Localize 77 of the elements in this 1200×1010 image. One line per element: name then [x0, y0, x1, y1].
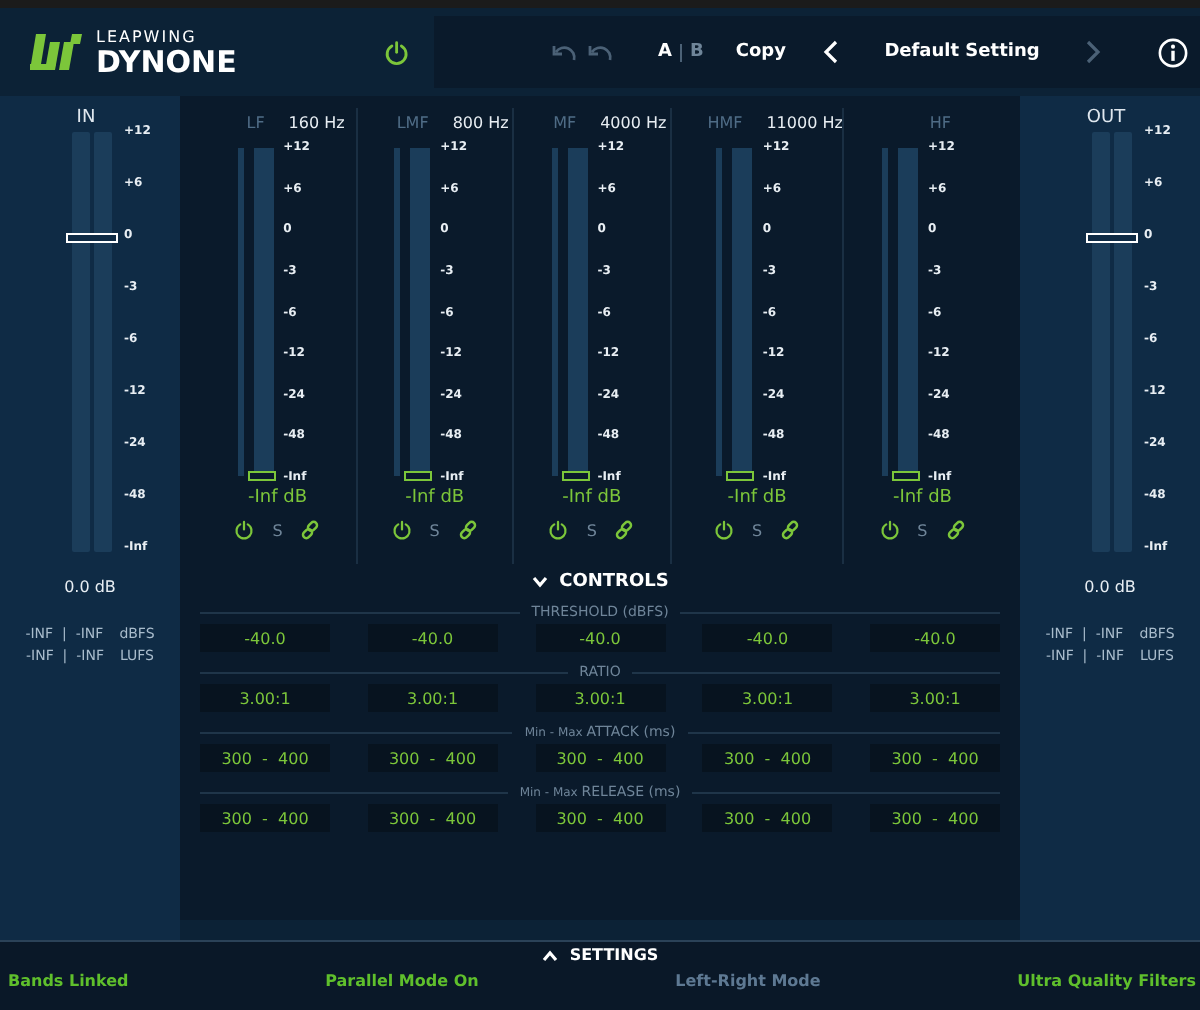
- power-icon[interactable]: [391, 520, 412, 540]
- value-field[interactable]: 3.00:1: [367, 684, 498, 712]
- band-name: LF: [246, 113, 265, 131]
- channel-label: OUT: [1084, 108, 1128, 128]
- power-icon[interactable]: [714, 520, 735, 540]
- gain-value[interactable]: 0.0 dB: [0, 578, 180, 596]
- channel-label: IN: [74, 108, 98, 128]
- product-name: DYNONE: [96, 45, 237, 77]
- gain-value[interactable]: 0.0 dB: [1020, 578, 1200, 596]
- brand-name: LEAPWING: [96, 27, 199, 45]
- gain-reading: -Inf dB: [248, 488, 308, 508]
- value-field[interactable]: 300 - 400: [870, 804, 1000, 832]
- gain-reading: -Inf dB: [727, 488, 787, 508]
- gain-reading: -Inf dB: [405, 488, 465, 508]
- fader-handle[interactable]: [726, 471, 755, 481]
- gain-reading: -Inf dB: [892, 488, 952, 508]
- info-icon[interactable]: [1158, 37, 1188, 67]
- value-field[interactable]: -40.0: [200, 624, 330, 652]
- value-field[interactable]: 300 - 400: [702, 744, 833, 772]
- fader-handle[interactable]: [561, 471, 590, 481]
- value-field[interactable]: 300 - 400: [535, 744, 665, 772]
- power-icon[interactable]: [879, 520, 900, 540]
- band-name: HF: [929, 113, 952, 131]
- fader-handle[interactable]: [892, 471, 921, 481]
- value-field[interactable]: 300 - 400: [200, 804, 330, 832]
- controls-toggle[interactable]: CONTROLS: [200, 572, 1000, 592]
- frequency-value[interactable]: 11000 Hz: [766, 113, 843, 131]
- solo-button[interactable]: S: [272, 521, 283, 539]
- value-field[interactable]: 3.00:1: [702, 684, 833, 712]
- solo-button[interactable]: S: [586, 521, 597, 539]
- value-field[interactable]: 300 - 400: [367, 804, 498, 832]
- value-field[interactable]: 300 - 400: [535, 804, 665, 832]
- ab-tab[interactable]: A: [658, 42, 673, 62]
- frequency-value[interactable]: 160 Hz: [288, 113, 345, 131]
- settings-option[interactable]: Ultra Quality Filters: [1017, 972, 1196, 990]
- value-field[interactable]: -40.0: [367, 624, 498, 652]
- value-field[interactable]: -40.0: [870, 624, 1000, 652]
- band-name: LMF: [396, 113, 429, 131]
- band-name: MF: [553, 113, 577, 131]
- previous-icon[interactable]: [822, 40, 842, 64]
- value-field[interactable]: 300 - 400: [367, 744, 498, 772]
- band-name: HMF: [707, 113, 743, 131]
- link-icon[interactable]: [300, 520, 321, 540]
- value-field[interactable]: 300 - 400: [200, 744, 330, 772]
- value-field[interactable]: 3.00:1: [870, 684, 1000, 712]
- gain-reading: -Inf dB: [562, 488, 622, 508]
- solo-button[interactable]: S: [752, 521, 763, 539]
- value-field[interactable]: 3.00:1: [535, 684, 665, 712]
- solo-button[interactable]: S: [917, 521, 928, 539]
- redo-icon[interactable]: [586, 42, 615, 62]
- undo-icon[interactable]: [550, 42, 579, 62]
- value-field[interactable]: -40.0: [702, 624, 833, 652]
- ab-tab[interactable]: B: [690, 42, 704, 62]
- settings-option[interactable]: Bands Linked: [8, 972, 129, 990]
- value-field[interactable]: 300 - 400: [702, 804, 833, 832]
- frequency-value[interactable]: 800 Hz: [452, 113, 509, 131]
- settings-toggle[interactable]: SETTINGS: [541, 946, 659, 964]
- value-field[interactable]: -40.0: [535, 624, 665, 652]
- frequency-value[interactable]: 4000 Hz: [600, 113, 667, 131]
- next-icon[interactable]: [1082, 40, 1102, 64]
- power-icon[interactable]: [384, 37, 411, 67]
- power-icon[interactable]: [234, 520, 255, 540]
- fader-handle[interactable]: [404, 471, 433, 481]
- value-field[interactable]: 3.00:1: [200, 684, 330, 712]
- power-icon[interactable]: [548, 520, 569, 540]
- copy-button[interactable]: Copy: [735, 42, 786, 62]
- link-icon[interactable]: [780, 520, 801, 540]
- settings-option[interactable]: Parallel Mode On: [325, 972, 479, 990]
- logo-icon: [28, 30, 84, 74]
- fader-handle[interactable]: [247, 471, 276, 481]
- value-field[interactable]: 300 - 400: [870, 744, 1000, 772]
- link-icon[interactable]: [457, 520, 478, 540]
- link-icon[interactable]: [614, 520, 635, 540]
- preset-name[interactable]: Default Setting: [842, 42, 1082, 62]
- solo-button[interactable]: S: [429, 521, 440, 539]
- link-icon[interactable]: [945, 520, 966, 540]
- settings-option[interactable]: Left-Right Mode: [675, 972, 821, 990]
